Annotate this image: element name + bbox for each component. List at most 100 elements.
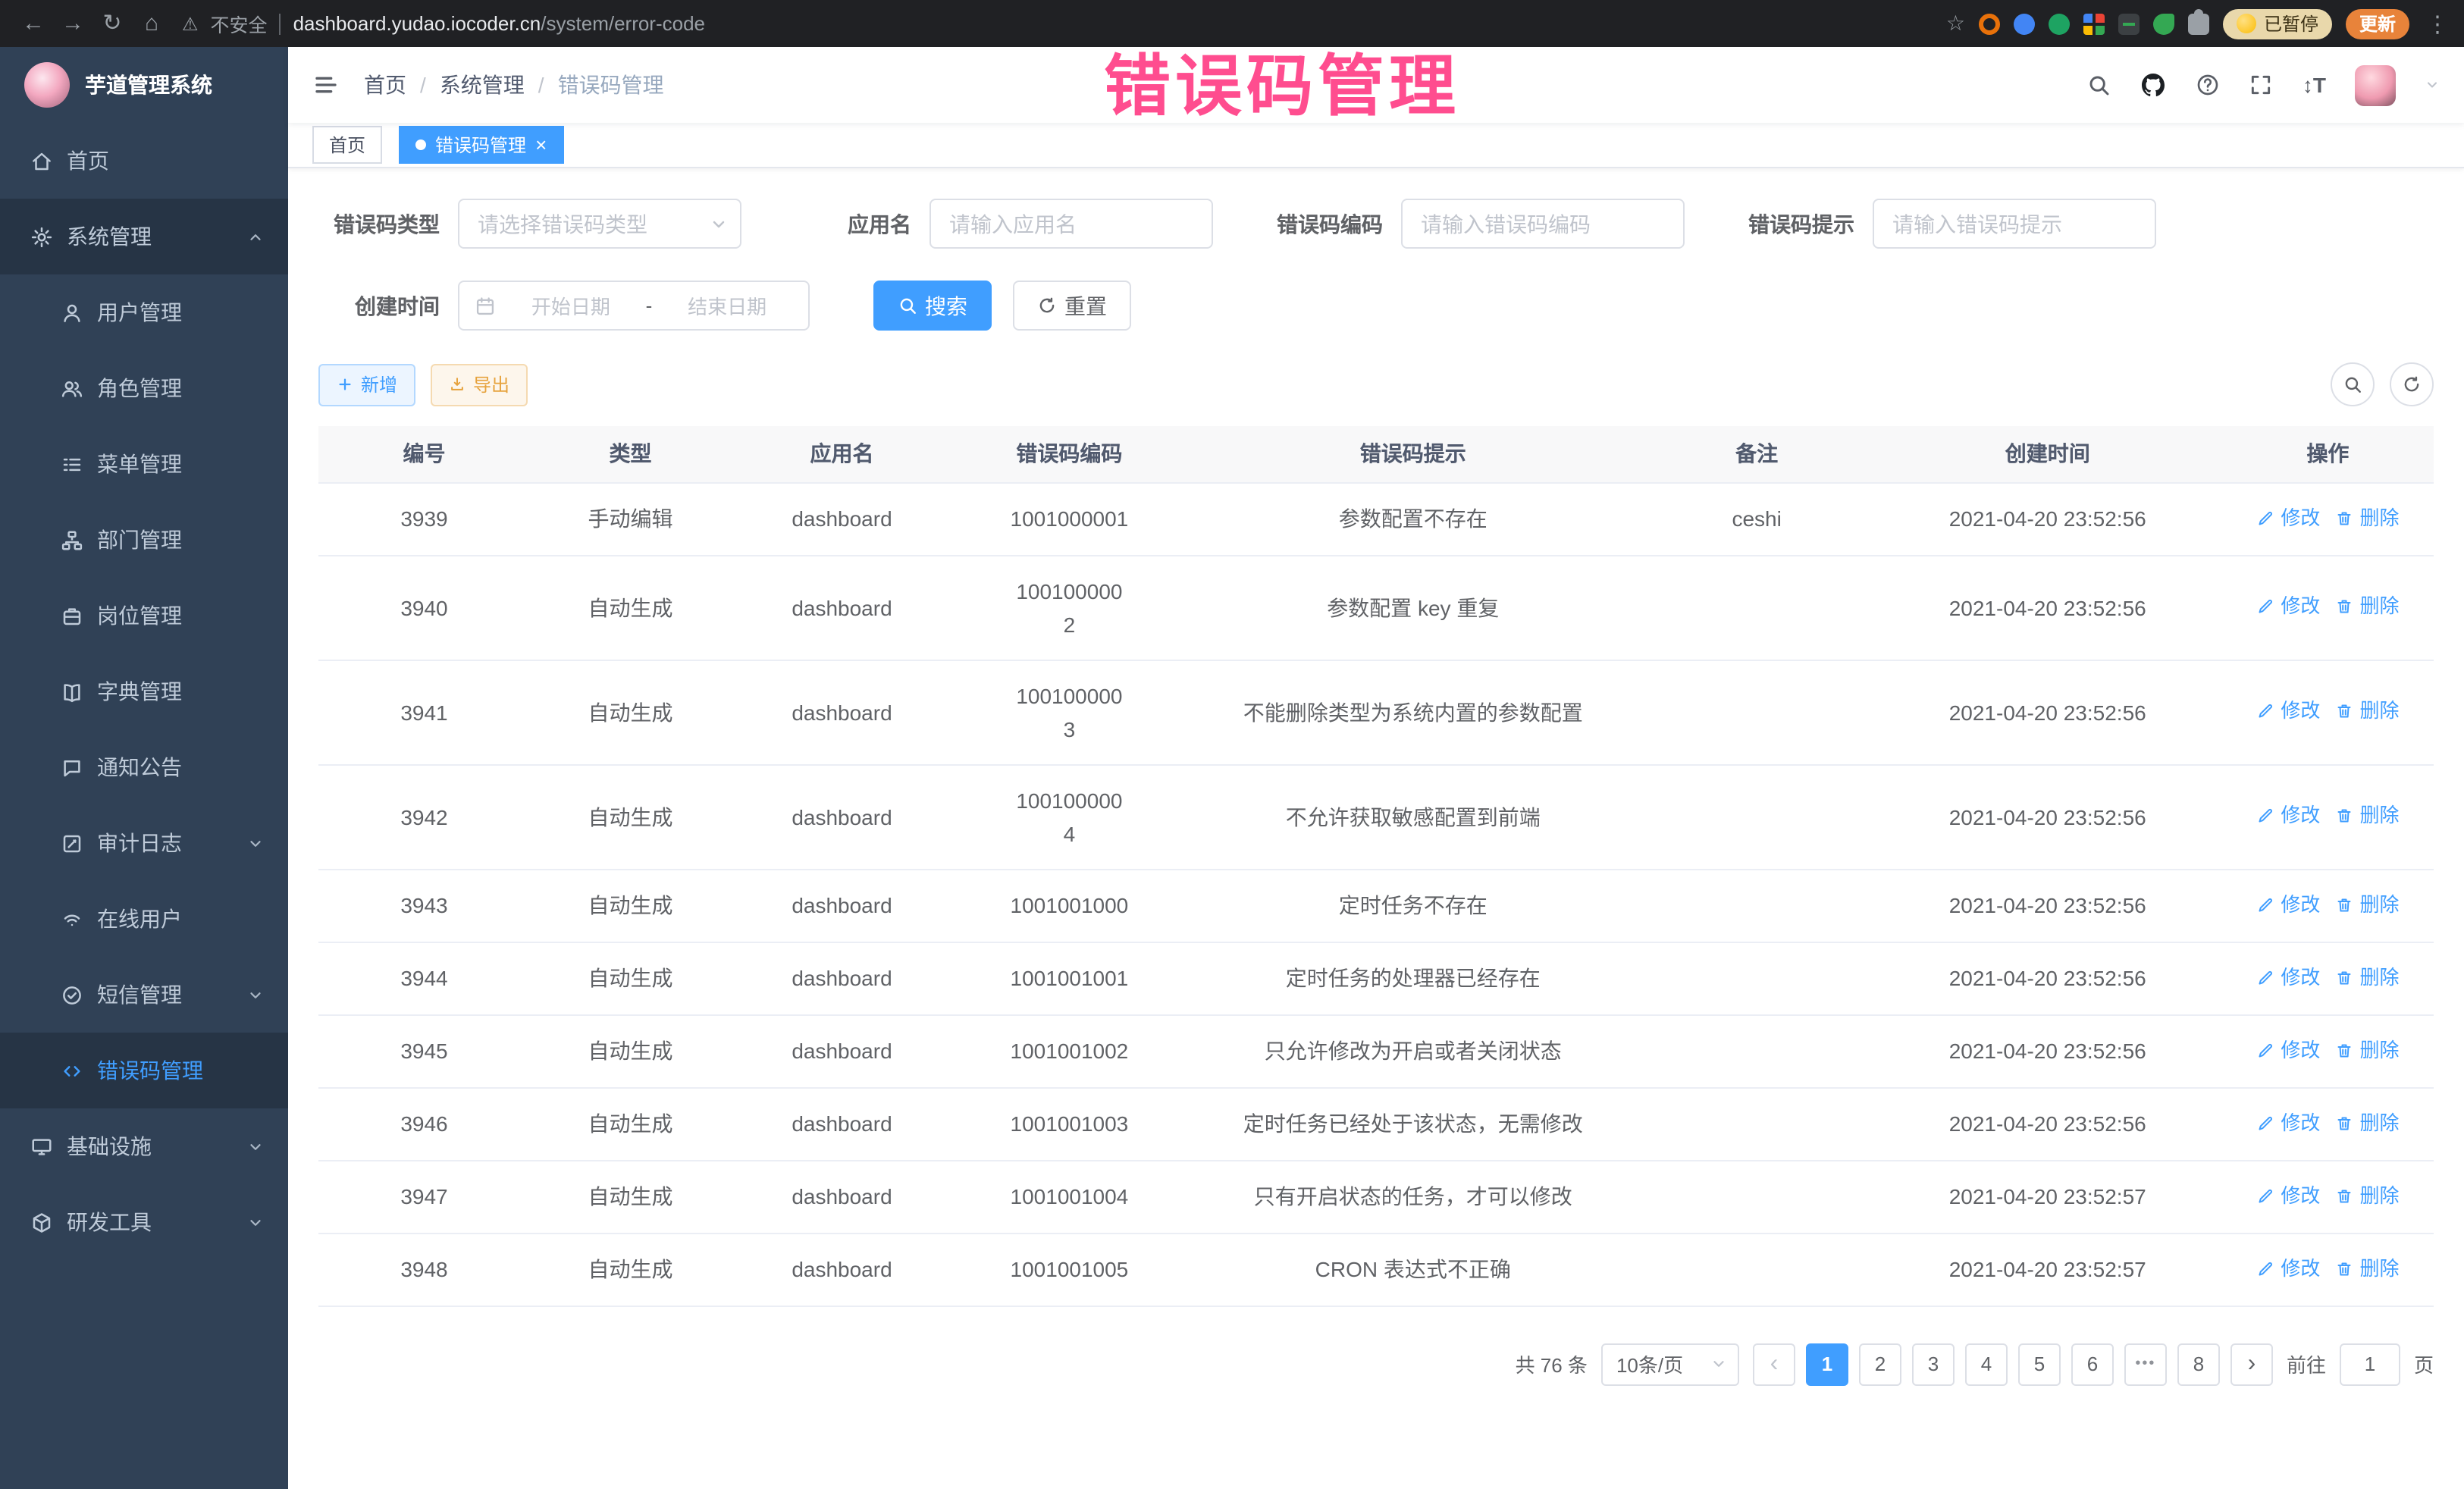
extension-icon-1[interactable] (1979, 13, 2000, 34)
search-icon[interactable] (2087, 73, 2111, 97)
page-button-6[interactable]: 6 (2071, 1343, 2114, 1385)
sidebar-item-dev-tools[interactable]: 研发工具 (0, 1184, 288, 1260)
edit-link[interactable]: 修改 (2256, 1252, 2320, 1285)
browser-reload-icon[interactable]: ↻ (94, 0, 130, 47)
fullscreen-icon[interactable] (2249, 73, 2274, 97)
reset-button-label: 重置 (1064, 290, 1107, 321)
extensions-puzzle-icon[interactable] (2188, 13, 2209, 34)
goto-page-input[interactable] (2340, 1343, 2400, 1385)
breadcrumb-home[interactable]: 首页 (364, 70, 406, 100)
search-button[interactable]: 搜索 (873, 281, 992, 331)
edit-link[interactable]: 修改 (2256, 1179, 2320, 1212)
sidebar-item-role-management[interactable]: 角色管理 (0, 350, 288, 426)
pager-more-button[interactable]: ••• (2124, 1343, 2167, 1385)
paused-badge[interactable]: 已暂停 (2223, 8, 2332, 39)
sidebar-item-label: 研发工具 (67, 1207, 152, 1237)
delete-link[interactable]: 删除 (2335, 961, 2399, 994)
app-name-label: 应用名 (790, 208, 911, 239)
extension-icon-4[interactable] (2083, 13, 2105, 34)
extension-icon-6[interactable] (2153, 13, 2174, 34)
sidebar-item-post-management[interactable]: 岗位管理 (0, 578, 288, 654)
tab-close-icon[interactable]: × (535, 135, 547, 155)
edit-link[interactable]: 修改 (2256, 1033, 2320, 1067)
browser-menu-icon[interactable]: ⋮ (2426, 10, 2449, 37)
edit-link[interactable]: 修改 (2256, 888, 2320, 921)
browser-home-icon[interactable]: ⌂ (133, 0, 170, 47)
page-button-5[interactable]: 5 (2018, 1343, 2061, 1385)
page-button-3[interactable]: 3 (1912, 1343, 1955, 1385)
edit-link[interactable]: 修改 (2256, 799, 2320, 832)
delete-link[interactable]: 删除 (2335, 694, 2399, 728)
add-button[interactable]: 新增 (318, 363, 415, 406)
pagination-total: 共 76 条 (1516, 1350, 1588, 1378)
extension-icon-5[interactable] (2118, 13, 2140, 34)
sidebar-item-notice[interactable]: 通知公告 (0, 729, 288, 805)
browser-back-icon[interactable]: ← (15, 0, 52, 47)
update-button[interactable]: 更新 (2346, 8, 2409, 39)
user-avatar[interactable] (2355, 64, 2396, 105)
search-icon (2343, 375, 2362, 394)
extension-icon-2[interactable] (2014, 13, 2035, 34)
delete-link[interactable]: 删除 (2335, 1106, 2399, 1139)
sidebar-item-dict-management[interactable]: 字典管理 (0, 654, 288, 729)
cell-actions: 修改删除 (2222, 555, 2434, 660)
delete-link[interactable]: 删除 (2335, 501, 2399, 534)
edit-link[interactable]: 修改 (2256, 961, 2320, 994)
delete-link[interactable]: 删除 (2335, 799, 2399, 832)
prev-page-button[interactable]: ‹ (1753, 1343, 1795, 1385)
edit-link[interactable]: 修改 (2256, 694, 2320, 728)
code-icon (61, 1059, 83, 1082)
cell-actions: 修改删除 (2222, 1160, 2434, 1233)
tab-error-code[interactable]: 错误码管理× (399, 126, 563, 164)
cell-hint: 参数配置 key 重复 (1186, 555, 1641, 660)
delete-link[interactable]: 删除 (2335, 1252, 2399, 1285)
page-button-2[interactable]: 2 (1859, 1343, 1901, 1385)
error-type-select[interactable] (458, 199, 741, 249)
delete-link[interactable]: 删除 (2335, 590, 2399, 623)
edit-link[interactable]: 修改 (2256, 590, 2320, 623)
filter-row-2: 创建时间 开始日期 - 结束日期 搜索 重置 (318, 281, 2434, 331)
app-name-input[interactable] (929, 199, 1213, 249)
font-size-icon[interactable]: ↕T (2303, 73, 2326, 97)
error-type-input[interactable] (458, 199, 741, 249)
sidebar-item-menu-management[interactable]: 菜单管理 (0, 426, 288, 502)
create-time-range-picker[interactable]: 开始日期 - 结束日期 (458, 281, 810, 331)
help-icon[interactable] (2196, 73, 2221, 97)
bookmark-star-icon[interactable]: ☆ (1946, 11, 1965, 36)
next-page-button[interactable]: › (2230, 1343, 2273, 1385)
chevron-down-icon[interactable] (2425, 77, 2440, 92)
tab-home[interactable]: 首页 (312, 126, 382, 164)
error-hint-input[interactable] (1873, 199, 2156, 249)
sidebar-item-user-management[interactable]: 用户管理 (0, 274, 288, 350)
edit-link[interactable]: 修改 (2256, 501, 2320, 534)
page-button-4[interactable]: 4 (1965, 1343, 2008, 1385)
page-button-8[interactable]: 8 (2177, 1343, 2220, 1385)
github-icon[interactable] (2140, 71, 2168, 99)
delete-link[interactable]: 删除 (2335, 1033, 2399, 1067)
extension-icon-3[interactable] (2049, 13, 2070, 34)
sidebar-toggle-icon[interactable] (312, 73, 340, 97)
edit-link[interactable]: 修改 (2256, 1106, 2320, 1139)
dict-icon (61, 680, 83, 703)
page-size-select[interactable]: 10条/页 (1601, 1343, 1739, 1385)
reset-button[interactable]: 重置 (1013, 281, 1131, 331)
browser-forward-icon[interactable]: → (55, 0, 91, 47)
toggle-search-button[interactable] (2331, 362, 2375, 406)
export-button[interactable]: 导出 (431, 363, 528, 406)
delete-link[interactable]: 删除 (2335, 1179, 2399, 1212)
sidebar-item-system-management[interactable]: 系统管理 (0, 199, 288, 274)
filter-app-name: 应用名 (790, 199, 1213, 249)
delete-link[interactable]: 删除 (2335, 888, 2399, 921)
sidebar-item-error-code-management[interactable]: 错误码管理 (0, 1033, 288, 1108)
page-button-1[interactable]: 1 (1806, 1343, 1848, 1385)
sidebar-item-dept-management[interactable]: 部门管理 (0, 502, 288, 578)
address-bar[interactable]: ⚠ 不安全 dashboard.yudao.iocoder.cn/system/… (182, 9, 705, 38)
sidebar-item-audit-log[interactable]: 审计日志 (0, 805, 288, 881)
sidebar-item-online-users[interactable]: 在线用户 (0, 881, 288, 957)
refresh-table-button[interactable] (2390, 362, 2434, 406)
sidebar-item-sms-management[interactable]: 短信管理 (0, 957, 288, 1033)
error-code-input[interactable] (1401, 199, 1685, 249)
breadcrumb-system[interactable]: 系统管理 (440, 70, 525, 100)
sidebar-item-infrastructure[interactable]: 基础设施 (0, 1108, 288, 1184)
sidebar-item-home[interactable]: 首页 (0, 123, 288, 199)
